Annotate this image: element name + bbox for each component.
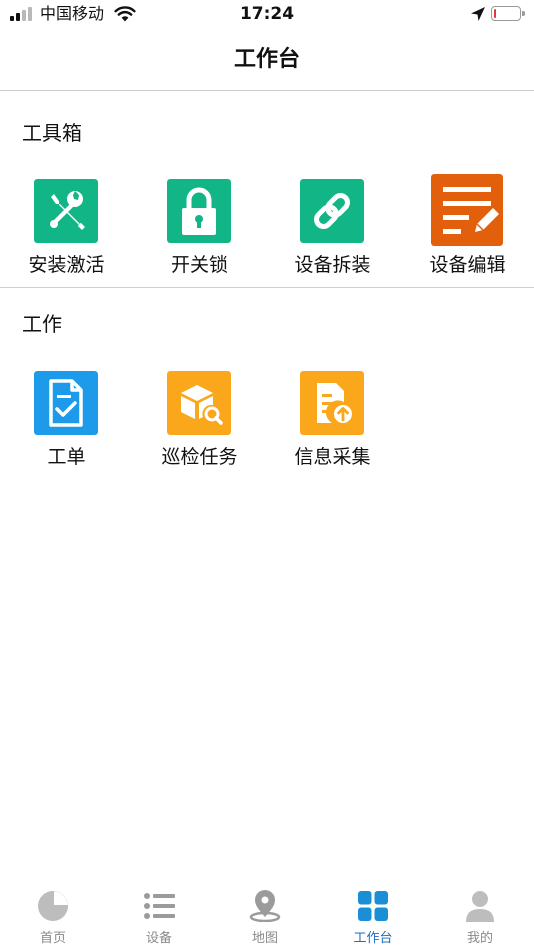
link-icon	[300, 179, 364, 243]
work-section: 工作 工单 巡检任务 信息采集	[0, 289, 534, 489]
work-section-title: 工作	[22, 312, 62, 336]
app-screen: 中国移动 17:24 工作台 工具箱 安装激活 开关锁 设备拆装 设备编辑 工作…	[0, 0, 534, 950]
tab-profile-label: 我的	[466, 931, 493, 946]
page-title: 工作台	[233, 47, 300, 72]
status-time: 17:24	[239, 4, 295, 24]
tab-map[interactable]: 地图	[212, 880, 318, 950]
work-order-icon	[34, 371, 98, 435]
device-edit-label: 设备编辑	[429, 254, 506, 276]
nav-bar: 工作台	[0, 30, 534, 91]
location-arrow-icon	[471, 7, 485, 21]
upload-document-icon	[300, 371, 364, 435]
inspection-box-icon	[167, 371, 231, 435]
tab-map-label: 地图	[251, 931, 278, 946]
tab-workbench-label: 工作台	[353, 931, 393, 946]
battery-icon	[491, 6, 525, 21]
toolbox-section: 工具箱 安装激活 开关锁 设备拆装 设备编辑	[0, 92, 534, 288]
tab-bar: 首页 设备 地图 工作台 我的	[0, 880, 534, 950]
tools-icon	[34, 179, 98, 243]
work-order-label: 工单	[47, 446, 86, 468]
tab-home-label: 首页	[39, 931, 66, 946]
inspection-task-label: 巡检任务	[161, 446, 238, 468]
edit-note-icon	[431, 174, 503, 246]
lock-unlock-label: 开关锁	[170, 254, 228, 276]
status-bar: 中国移动 17:24	[0, 0, 534, 30]
user-icon	[466, 891, 494, 922]
tab-devices[interactable]: 设备	[106, 880, 212, 950]
tab-devices-label: 设备	[145, 931, 172, 946]
pie-chart-icon	[38, 891, 68, 921]
tab-home[interactable]: 首页	[0, 880, 106, 950]
tab-profile[interactable]: 我的	[427, 880, 533, 950]
tab-workbench[interactable]: 工作台	[320, 880, 426, 950]
grid-icon	[358, 891, 388, 921]
device-disassembly-label: 设备拆装	[294, 254, 371, 276]
info-collection-label: 信息采集	[294, 446, 371, 468]
lock-icon	[167, 179, 231, 243]
toolbox-section-title: 工具箱	[22, 121, 82, 145]
list-icon	[144, 893, 175, 919]
install-activate-label: 安装激活	[28, 254, 105, 276]
map-pin-icon	[249, 890, 281, 922]
